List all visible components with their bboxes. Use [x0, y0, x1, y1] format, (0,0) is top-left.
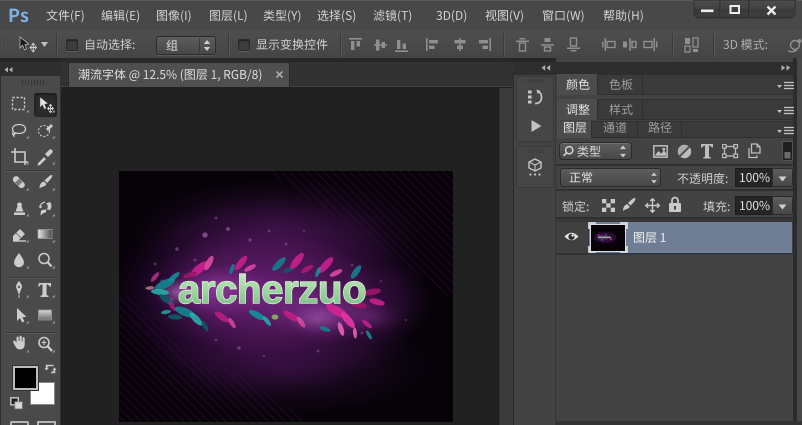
- svg-text:archerzuo: archerzuo: [178, 268, 366, 312]
